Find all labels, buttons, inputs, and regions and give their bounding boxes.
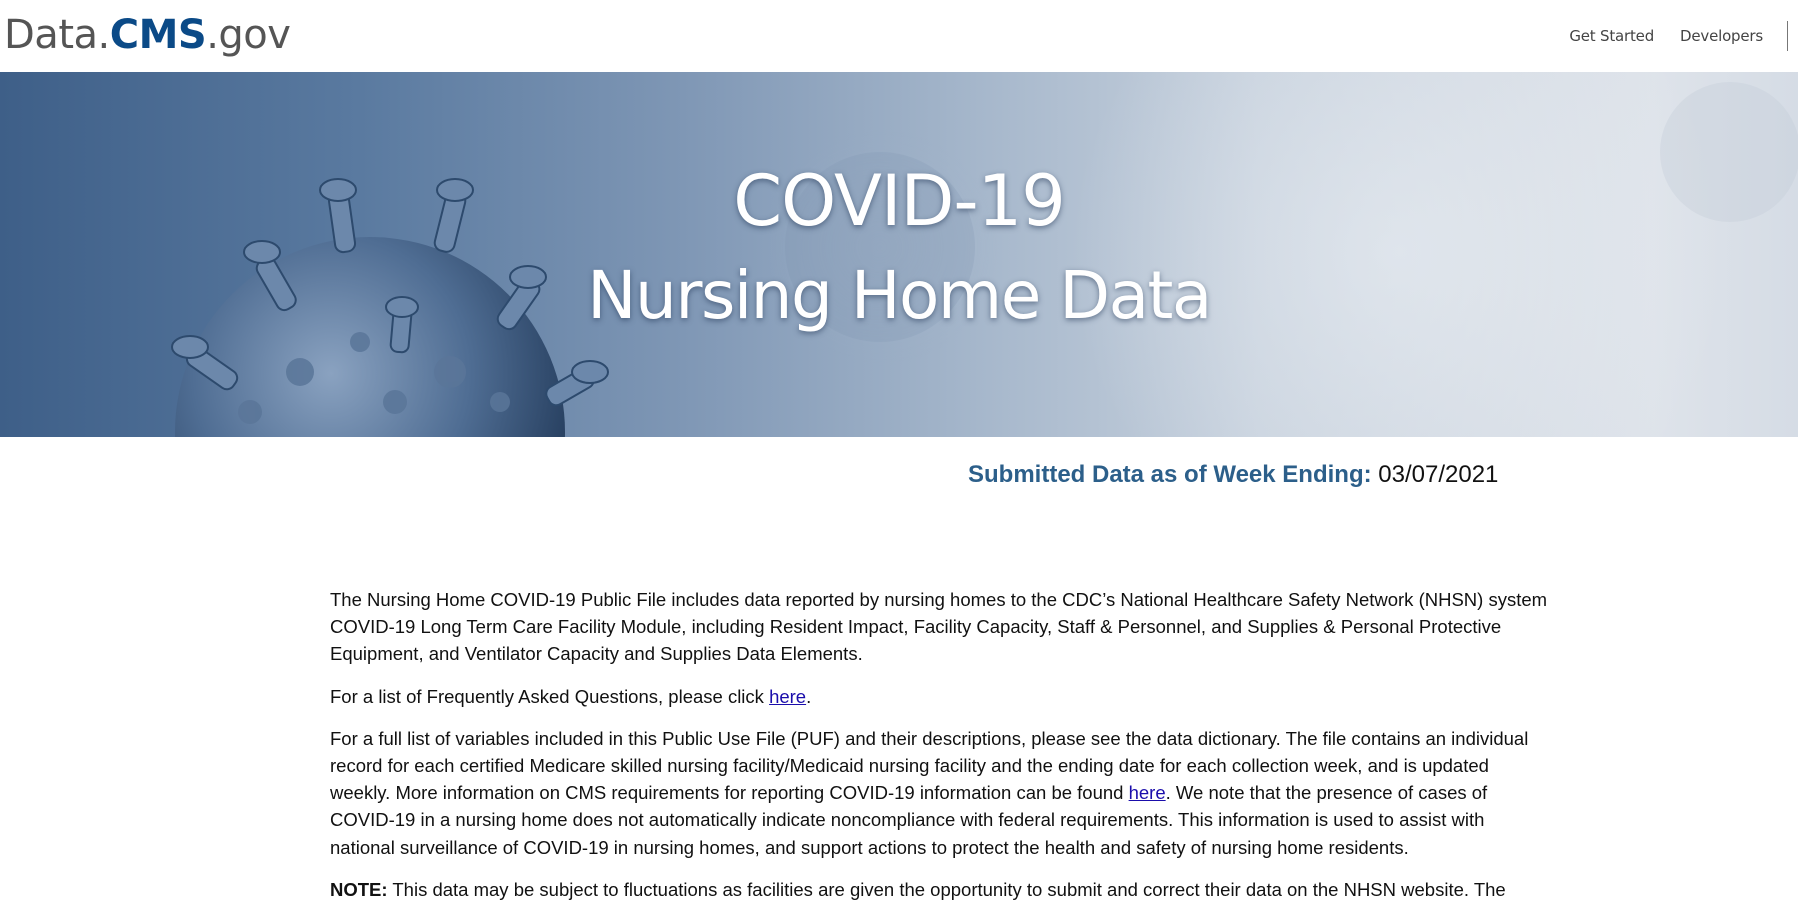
logo-cms-text: CMS (109, 12, 207, 58)
variables-paragraph: For a full list of variables included in… (330, 725, 1550, 861)
site-header: Data.CMS.gov Get Started Developers (0, 0, 1798, 72)
hero-virus-illustration (171, 72, 1798, 437)
note-text: This data may be subject to fluctuations… (387, 878, 1506, 900)
faq-paragraph: For a list of Frequently Asked Questions… (330, 683, 1550, 710)
cms-requirements-link[interactable]: here (1129, 782, 1166, 803)
faq-link[interactable]: here (769, 686, 806, 707)
faq-text: For a list of Frequently Asked Questions… (330, 685, 770, 707)
faq-text-end: . (806, 685, 812, 707)
top-nav: Get Started Developers (1569, 0, 1798, 72)
week-ending-label: Submitted Data as of Week Ending: (968, 461, 1372, 488)
hero-title-line1: COVID-19 (733, 160, 1066, 242)
note-paragraph: NOTE: This data may be subject to fluctu… (330, 876, 1550, 903)
hero-title-line2: Nursing Home Data (587, 257, 1212, 334)
main-content: The Nursing Home COVID-19 Public File in… (330, 586, 1550, 918)
week-ending: Submitted Data as of Week Ending: 03/07/… (968, 460, 1498, 490)
intro-paragraph: The Nursing Home COVID-19 Public File in… (330, 589, 1548, 665)
hero-banner: COVID-19 Nursing Home Data (0, 72, 1798, 437)
site-logo[interactable]: Data.CMS.gov (4, 11, 291, 59)
logo-gov-text: .gov (206, 12, 291, 58)
note-label: NOTE: (330, 878, 388, 900)
nav-developers[interactable]: Developers (1680, 27, 1763, 45)
nav-get-started[interactable]: Get Started (1569, 27, 1654, 45)
week-ending-date: 03/07/2021 (1378, 461, 1499, 488)
nav-divider (1787, 21, 1788, 51)
logo-data-text: Data. (4, 12, 110, 58)
